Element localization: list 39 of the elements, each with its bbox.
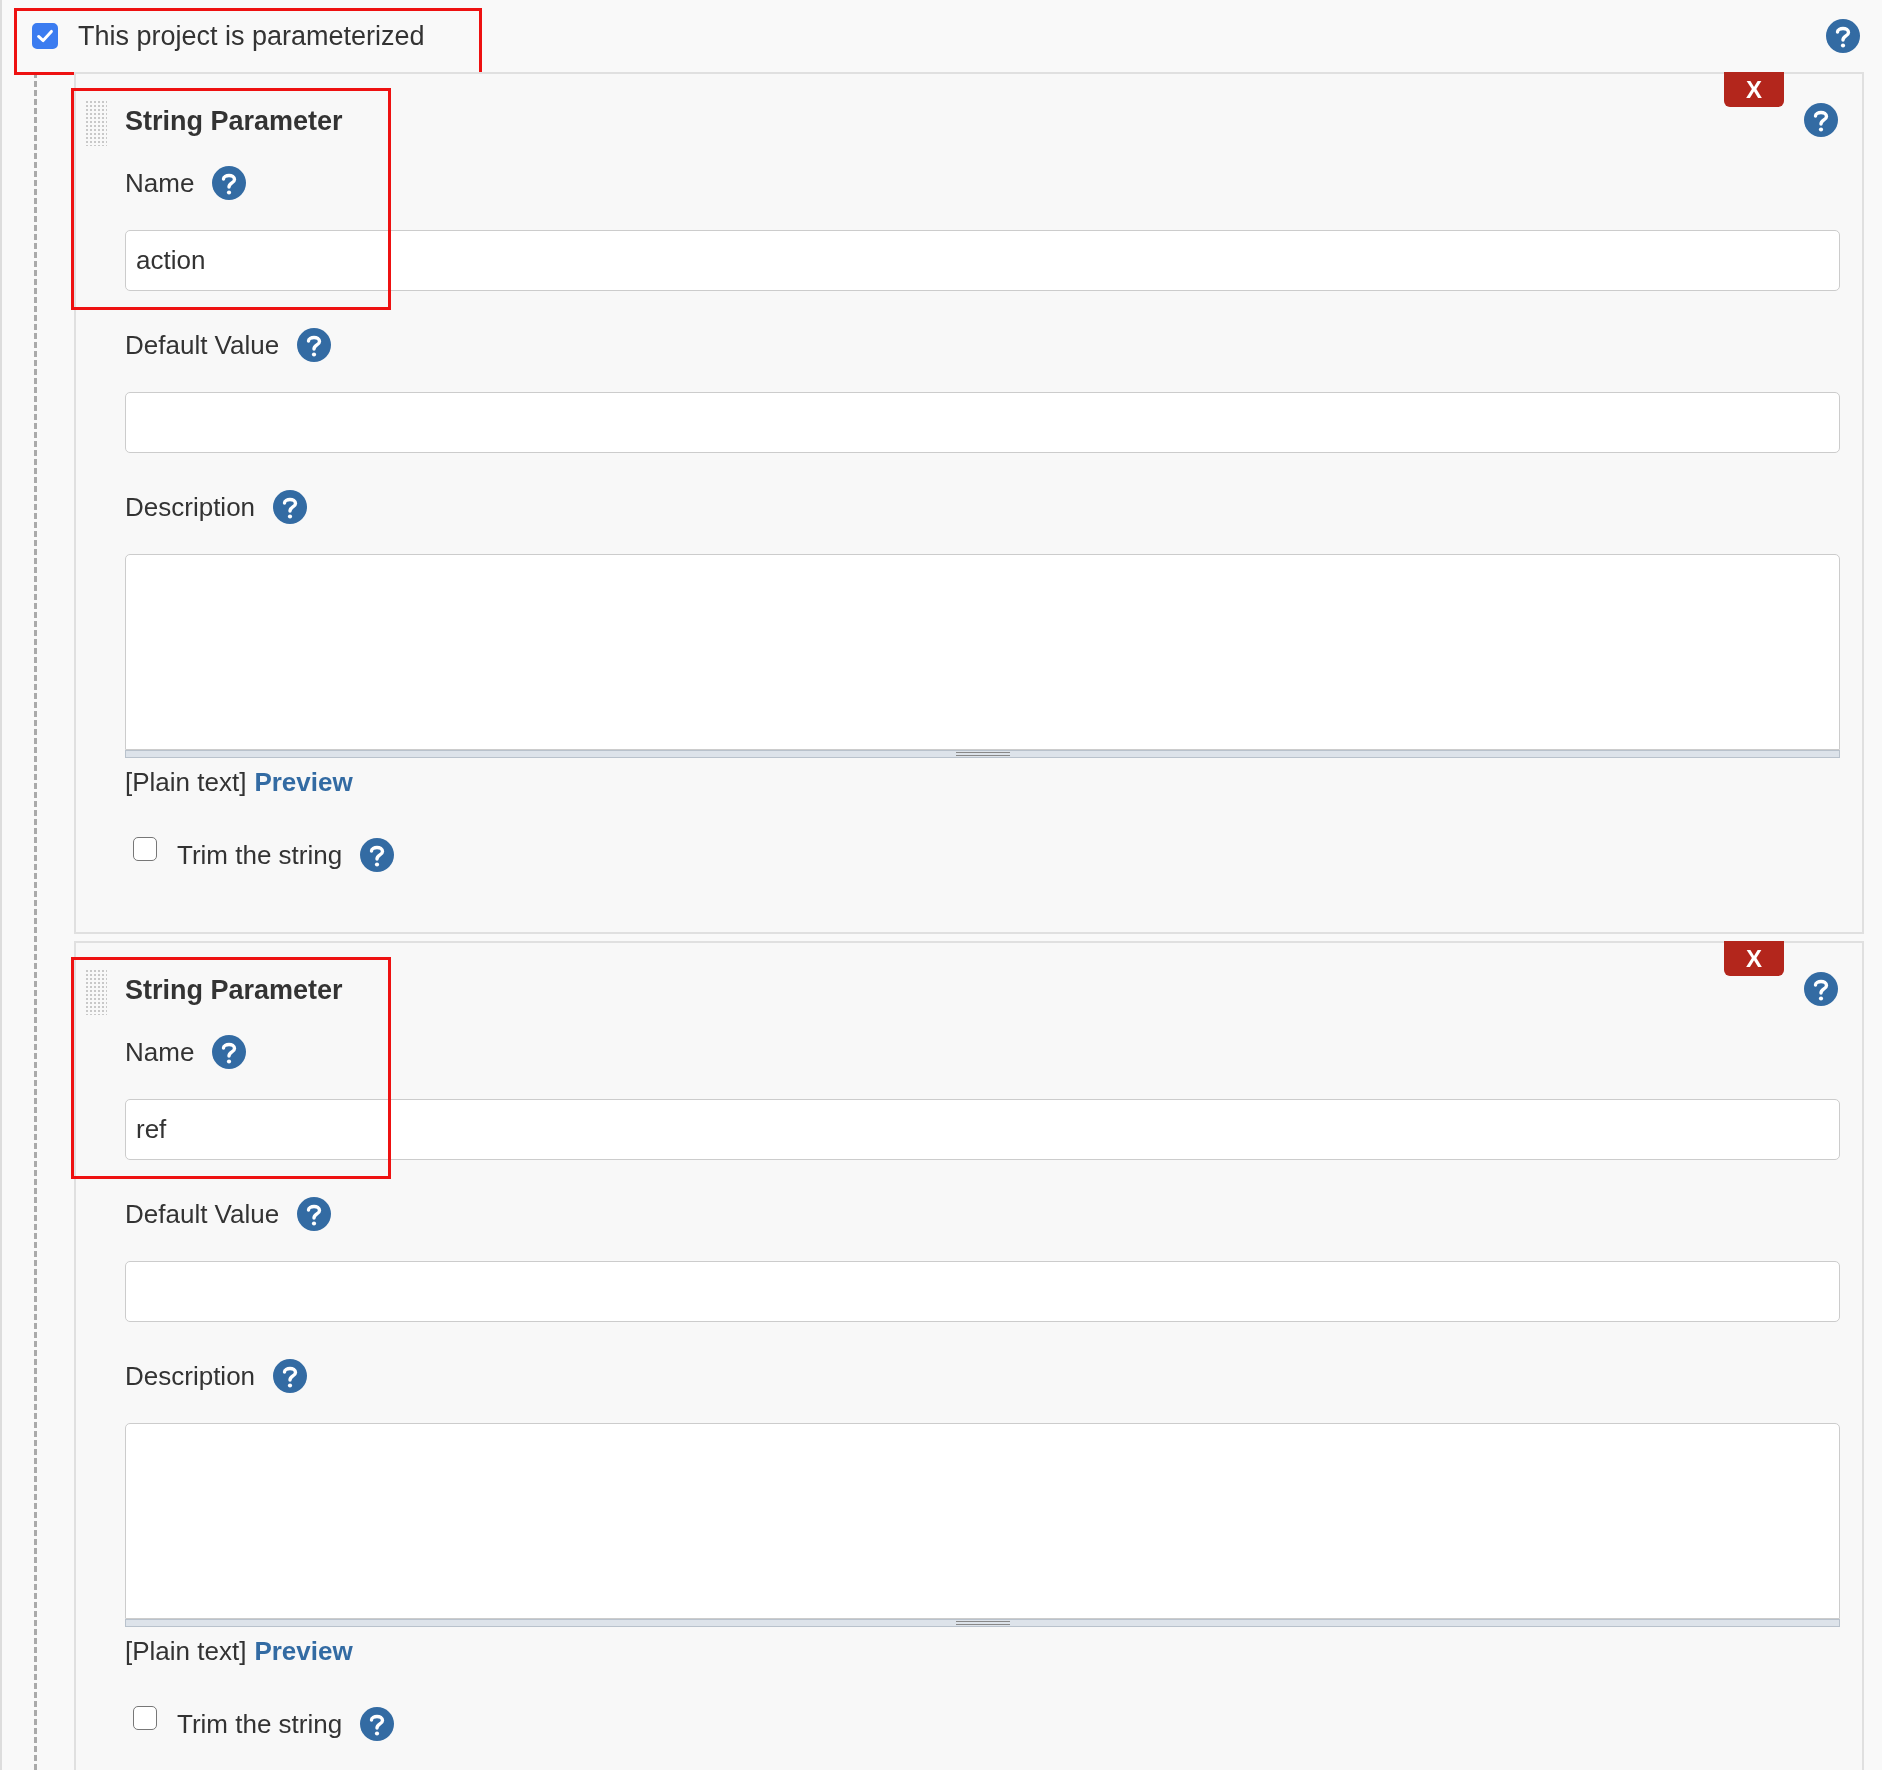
help-icon[interactable] <box>297 328 332 362</box>
text-field[interactable]: ref <box>125 1099 1840 1160</box>
help-icon[interactable] <box>360 1707 395 1741</box>
field-label: Default Value <box>125 1198 280 1231</box>
delete-button[interactable]: X <box>1724 72 1784 107</box>
help-icon[interactable] <box>212 1035 247 1069</box>
checkbox[interactable] <box>32 23 58 49</box>
help-icon[interactable] <box>1804 972 1838 1006</box>
description-field[interactable] <box>125 554 1840 750</box>
drag-handle-icon[interactable] <box>85 100 107 146</box>
help-icon[interactable] <box>1804 103 1838 137</box>
checkbox-label[interactable]: This project is parameterized <box>78 20 425 52</box>
drag-handle-icon[interactable] <box>85 969 107 1015</box>
checkbox-label[interactable]: Trim the string <box>177 837 343 873</box>
checkbox[interactable] <box>133 837 157 861</box>
preview-link[interactable]: Preview <box>254 766 353 798</box>
description-field[interactable] <box>125 1423 1840 1619</box>
field-label: Description <box>125 491 256 524</box>
text-field[interactable] <box>125 392 1840 453</box>
help-icon[interactable] <box>273 490 308 524</box>
delete-button[interactable]: X <box>1724 941 1784 976</box>
text-field[interactable]: action <box>125 230 1840 291</box>
field-label: Name <box>125 167 195 200</box>
help-icon[interactable] <box>273 1359 308 1393</box>
checkbox-label[interactable]: Trim the string <box>177 1706 343 1742</box>
help-icon[interactable] <box>212 166 247 200</box>
field-label: Default Value <box>125 329 280 362</box>
checkbox[interactable] <box>133 1706 157 1730</box>
parameter-title: String Parameter <box>125 105 343 138</box>
field-label: Name <box>125 1036 195 1069</box>
preview-link[interactable]: Preview <box>254 1635 353 1667</box>
field-label: Description <box>125 1360 256 1393</box>
parameter-title: String Parameter <box>125 974 343 1007</box>
help-icon[interactable] <box>297 1197 332 1231</box>
help-icon[interactable] <box>360 838 395 872</box>
format-note: [Plain text] <box>125 766 247 798</box>
help-icon[interactable] <box>1826 19 1860 53</box>
format-note: [Plain text] <box>125 1635 247 1667</box>
text-field[interactable] <box>125 1261 1840 1322</box>
